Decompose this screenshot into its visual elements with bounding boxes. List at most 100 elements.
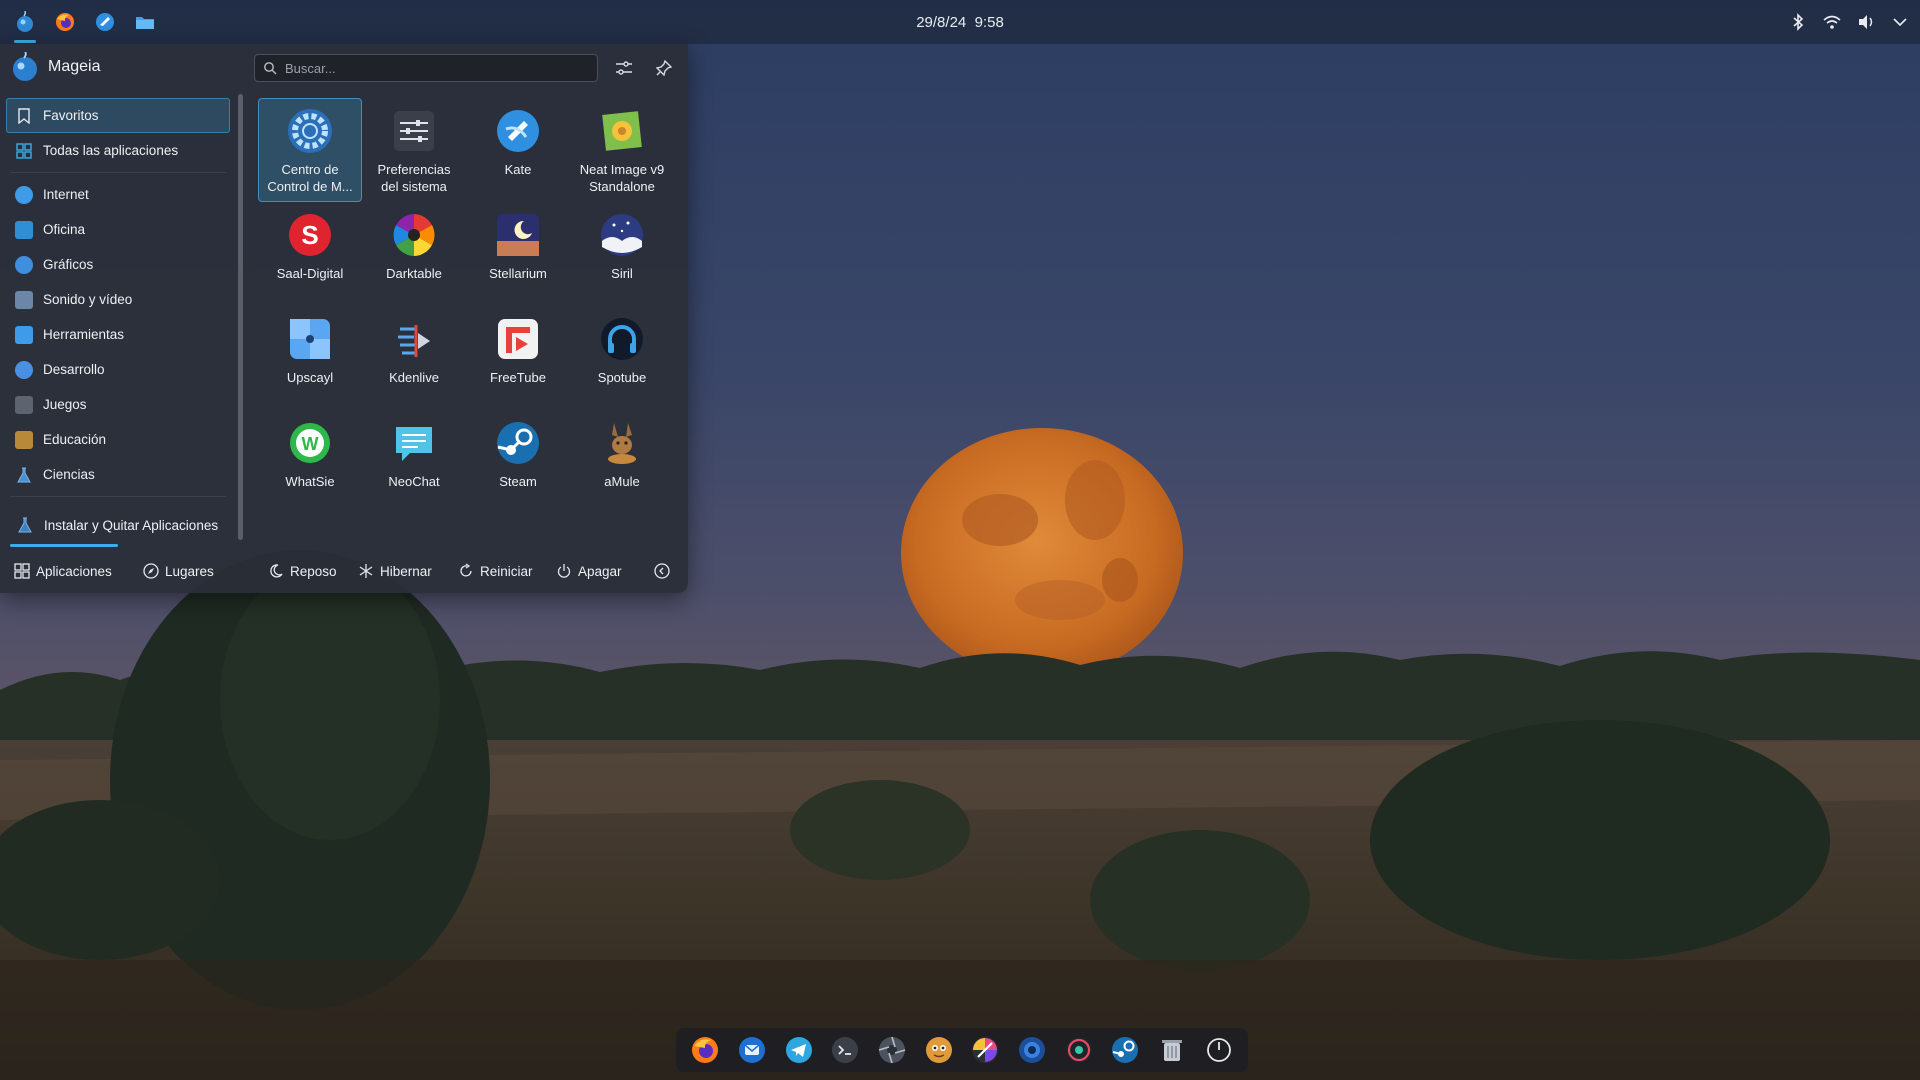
dock-aperture[interactable]: [875, 1033, 909, 1067]
spotube-icon: [601, 318, 643, 360]
graphics-icon: [15, 255, 33, 274]
digikam-icon: [1018, 1037, 1045, 1063]
category-label: Ciencias: [43, 467, 95, 482]
firefox-launcher[interactable]: [50, 7, 80, 37]
app-label: Darktable: [386, 266, 442, 281]
category-educacion[interactable]: Educación: [6, 422, 230, 457]
category-label: Sonido y vídeo: [43, 292, 133, 307]
gamepad-icon: [15, 395, 33, 414]
application-launcher-button[interactable]: [10, 7, 40, 43]
search-input[interactable]: [285, 60, 575, 76]
bluetooth-icon: [1793, 13, 1804, 31]
restart-button[interactable]: Reiniciar: [458, 560, 533, 582]
dolphin-launcher[interactable]: [130, 7, 160, 37]
svg-text:S: S: [301, 220, 318, 250]
more-actions-button[interactable]: [654, 560, 670, 582]
mageia-icon: [17, 11, 33, 32]
dock-firefox[interactable]: [688, 1033, 722, 1067]
dock-power[interactable]: [1202, 1033, 1236, 1067]
app-tile-freetube[interactable]: FreeTube: [466, 306, 570, 410]
category-label: Todas las aplicaciones: [43, 143, 179, 158]
app-tile-upscayl[interactable]: Upscayl: [258, 306, 362, 410]
neochat-icon: [396, 427, 432, 461]
moon-sleep-icon: [270, 564, 283, 578]
app-tile-amule[interactable]: aMule: [570, 410, 674, 514]
category-juegos[interactable]: Juegos: [6, 387, 230, 422]
category-favoritos[interactable]: Favoritos: [6, 98, 230, 133]
kate-icon: [497, 110, 539, 152]
dock-trash[interactable]: [1155, 1033, 1189, 1067]
app-tile-spotube[interactable]: Spotube: [570, 306, 674, 410]
amule-icon: [608, 423, 636, 464]
active-tab-indicator: [10, 544, 118, 547]
app-tile-darktable[interactable]: Darktable: [362, 202, 466, 306]
app-tile-stellarium[interactable]: Stellarium: [466, 202, 570, 306]
power-icon: [557, 564, 571, 578]
dock-telegram[interactable]: [782, 1033, 816, 1067]
app-tile-kdenlive[interactable]: Kdenlive: [362, 306, 466, 410]
app-tile-saal-digital[interactable]: S Saal-Digital: [258, 202, 362, 306]
app-tile-whatsie[interactable]: W WhatSie: [258, 410, 362, 514]
bluetooth-button[interactable]: [1786, 10, 1810, 34]
package-flask-icon: [16, 516, 34, 534]
configure-button[interactable]: [612, 56, 636, 80]
app-tile-kate[interactable]: Kate: [466, 98, 570, 202]
app-label: WhatSie: [285, 474, 335, 489]
app-tile-neat-image[interactable]: Neat Image v9 Standalone: [570, 98, 674, 202]
install-remove-apps-item[interactable]: Instalar y Quitar Aplicaciones: [6, 508, 230, 542]
app-tile-neochat[interactable]: NeoChat: [362, 410, 466, 514]
user-name: Mageia: [48, 58, 101, 75]
hibernate-button[interactable]: Hibernar: [358, 560, 432, 582]
volume-button[interactable]: [1854, 10, 1878, 34]
app-tile-centro-de-control[interactable]: Centro de Control de M...: [258, 98, 362, 202]
category-label: Oficina: [43, 222, 86, 237]
app-label: Centro de Control de M...: [267, 162, 353, 194]
button-label: Reiniciar: [480, 563, 533, 579]
system-tray: [1786, 0, 1912, 44]
darktable-icon: [393, 214, 435, 256]
sleep-button[interactable]: Reposo: [268, 560, 337, 582]
favorites-grid: Centro de Control de M... Preferencias d…: [258, 98, 678, 514]
thunderbird-icon: [738, 1037, 765, 1063]
category-graficos[interactable]: Gráficos: [6, 247, 230, 282]
pin-button[interactable]: [652, 56, 676, 80]
mageia-control-center-icon: [288, 109, 332, 153]
tray-expander-button[interactable]: [1888, 10, 1912, 34]
dock-steam[interactable]: [1108, 1033, 1142, 1067]
clock-widget[interactable]: 29/8/24 9:58: [916, 14, 1004, 31]
install-label: Instalar y Quitar Aplicaciones: [44, 517, 219, 533]
wifi-icon: [1823, 15, 1841, 29]
multimedia-icon: [15, 290, 33, 309]
category-label: Gráficos: [43, 257, 94, 272]
app-tile-siril[interactable]: Siril: [570, 202, 674, 306]
shutdown-button[interactable]: Apagar: [556, 560, 622, 582]
app-tile-steam[interactable]: Steam: [466, 410, 570, 514]
tab-aplicaciones[interactable]: Aplicaciones: [14, 560, 112, 582]
tab-lugares[interactable]: Lugares: [143, 560, 214, 582]
category-sonido-y-video[interactable]: Sonido y vídeo: [6, 282, 230, 317]
category-todas-las-aplicaciones[interactable]: Todas las aplicaciones: [6, 133, 230, 168]
category-desarrollo[interactable]: Desarrollo: [6, 352, 230, 387]
firefox-icon: [692, 1037, 719, 1063]
app-tile-preferencias-del-sistema[interactable]: Preferencias del sistema: [362, 98, 466, 202]
category-ciencias[interactable]: Ciencias: [6, 457, 230, 492]
category-scrollbar[interactable]: [238, 94, 243, 540]
trash-icon: [1161, 1040, 1182, 1061]
user-avatar[interactable]: [10, 52, 40, 82]
dock-gimp[interactable]: [922, 1033, 956, 1067]
tab-label: Lugares: [165, 563, 214, 579]
dock-terminal[interactable]: [828, 1033, 862, 1067]
dock-davinci[interactable]: [1062, 1033, 1096, 1067]
dock-krita[interactable]: [968, 1033, 1002, 1067]
button-label: Apagar: [578, 563, 622, 579]
compass-icon: [143, 563, 159, 579]
category-herramientas[interactable]: Herramientas: [6, 317, 230, 352]
category-oficina[interactable]: Oficina: [6, 212, 230, 247]
category-internet[interactable]: Internet: [6, 177, 230, 212]
tools-icon: [15, 325, 33, 344]
dock-digikam[interactable]: [1015, 1033, 1049, 1067]
kate-launcher[interactable]: [90, 7, 120, 37]
app-label: Stellarium: [489, 266, 547, 281]
dock-thunderbird[interactable]: [735, 1033, 769, 1067]
network-button[interactable]: [1820, 10, 1844, 34]
